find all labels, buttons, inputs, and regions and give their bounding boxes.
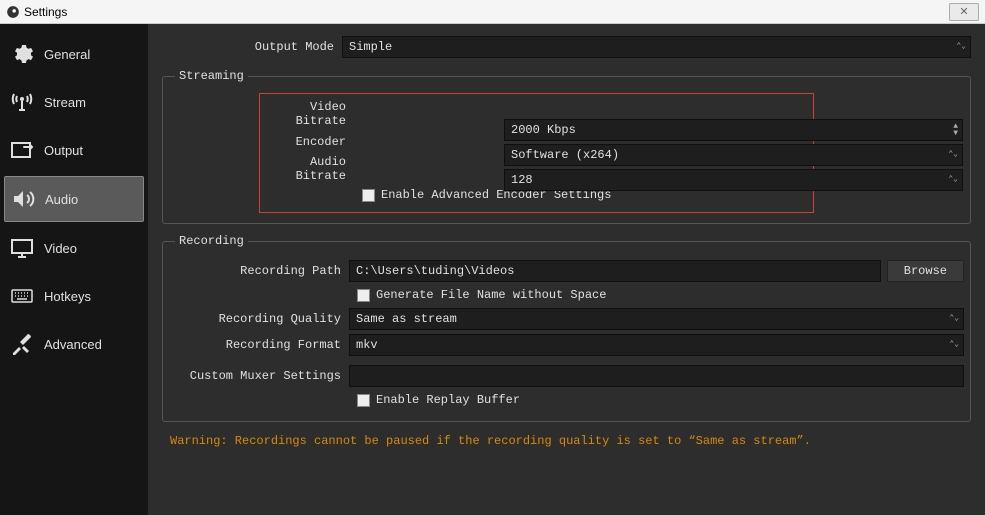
recording-format-value: mkv xyxy=(356,338,378,352)
replay-buffer-label: Enable Replay Buffer xyxy=(376,393,520,407)
replay-buffer-checkbox[interactable] xyxy=(357,394,370,407)
audio-bitrate-select[interactable]: 128 ⌃⌄ xyxy=(504,169,963,191)
main: General Stream Output Audio Video xyxy=(0,24,985,515)
muxer-label: Custom Muxer Settings xyxy=(169,369,349,383)
encoder-label: Encoder xyxy=(264,135,354,149)
gear-icon xyxy=(10,42,34,66)
chevron-updown-icon: ⌃⌄ xyxy=(949,335,959,355)
sidebar-item-general[interactable]: General xyxy=(0,30,148,78)
sidebar-item-audio[interactable]: Audio xyxy=(4,176,144,222)
recording-legend: Recording xyxy=(175,234,248,248)
keyboard-icon xyxy=(10,284,34,308)
sidebar-item-label: Stream xyxy=(44,95,86,110)
antenna-icon xyxy=(10,90,34,114)
output-mode-value: Simple xyxy=(349,40,392,54)
sidebar-item-hotkeys[interactable]: Hotkeys xyxy=(0,272,148,320)
audio-bitrate-value: 128 xyxy=(511,173,533,187)
recording-format-label: Recording Format xyxy=(169,338,349,352)
recording-path-input[interactable]: C:\Users\tuding\Videos xyxy=(349,260,881,282)
warning-text: Warning: Recordings cannot be paused if … xyxy=(170,434,971,448)
app-icon xyxy=(6,5,20,19)
filename-nospace-checkbox[interactable] xyxy=(357,289,370,302)
video-bitrate-input[interactable]: 2000 Kbps ▲▼ xyxy=(504,119,963,141)
chevron-updown-icon: ⌃⌄ xyxy=(948,170,958,190)
sidebar-item-label: Audio xyxy=(45,192,78,207)
muxer-input[interactable] xyxy=(349,365,964,387)
recording-quality-label: Recording Quality xyxy=(169,312,349,326)
video-bitrate-label: Video Bitrate xyxy=(264,100,354,128)
speaker-icon xyxy=(11,187,35,211)
filename-nospace-label: Generate File Name without Space xyxy=(376,288,606,302)
recording-quality-value: Same as stream xyxy=(356,312,457,326)
tools-icon xyxy=(10,332,34,356)
titlebar: Settings ✕ xyxy=(0,0,985,24)
recording-group: Recording Recording Path C:\Users\tuding… xyxy=(162,234,971,422)
encoder-value: Software (x264) xyxy=(511,148,619,162)
recording-path-label: Recording Path xyxy=(169,264,349,278)
spinner-icon[interactable]: ▲▼ xyxy=(953,120,958,140)
content-panel: Output Mode Simple ⌃⌄ Streaming Video Bi… xyxy=(148,24,985,515)
output-mode-label: Output Mode xyxy=(162,40,342,54)
sidebar-item-label: Output xyxy=(44,143,83,158)
close-button[interactable]: ✕ xyxy=(949,3,979,21)
output-icon xyxy=(10,138,34,162)
output-mode-select[interactable]: Simple ⌃⌄ xyxy=(342,36,971,58)
sidebar-item-label: Video xyxy=(44,241,77,256)
streaming-legend: Streaming xyxy=(175,69,248,83)
sidebar: General Stream Output Audio Video xyxy=(0,24,148,515)
audio-bitrate-label: Audio Bitrate xyxy=(264,155,354,183)
titlebar-left: Settings xyxy=(6,5,67,19)
recording-path-value: C:\Users\tuding\Videos xyxy=(356,264,514,278)
chevron-updown-icon: ⌃⌄ xyxy=(956,37,966,57)
sidebar-item-output[interactable]: Output xyxy=(0,126,148,174)
recording-quality-select[interactable]: Same as stream ⌃⌄ xyxy=(349,308,964,330)
sidebar-item-advanced[interactable]: Advanced xyxy=(0,320,148,368)
encoder-select[interactable]: Software (x264) ⌃⌄ xyxy=(504,144,963,166)
sidebar-item-video[interactable]: Video xyxy=(0,224,148,272)
streaming-group: Streaming Video Bitrate Encoder Audio Bi… xyxy=(162,69,971,224)
video-bitrate-value: 2000 Kbps xyxy=(511,123,576,137)
window-title: Settings xyxy=(24,5,67,19)
chevron-updown-icon: ⌃⌄ xyxy=(949,309,959,329)
sidebar-item-stream[interactable]: Stream xyxy=(0,78,148,126)
advanced-encoder-checkbox[interactable] xyxy=(362,189,375,202)
filename-nospace-row[interactable]: Generate File Name without Space xyxy=(357,284,964,306)
sidebar-item-label: Hotkeys xyxy=(44,289,91,304)
replay-buffer-row[interactable]: Enable Replay Buffer xyxy=(357,389,964,411)
recording-format-select[interactable]: mkv ⌃⌄ xyxy=(349,334,964,356)
sidebar-item-label: General xyxy=(44,47,90,62)
output-mode-row: Output Mode Simple ⌃⌄ xyxy=(162,34,971,59)
browse-button[interactable]: Browse xyxy=(887,260,964,282)
sidebar-item-label: Advanced xyxy=(44,337,102,352)
streaming-fields-overlay: 2000 Kbps ▲▼ Software (x264) ⌃⌄ 128 ⌃⌄ xyxy=(504,119,963,191)
chevron-updown-icon: ⌃⌄ xyxy=(948,145,958,165)
monitor-icon xyxy=(10,236,34,260)
close-icon: ✕ xyxy=(959,5,968,18)
